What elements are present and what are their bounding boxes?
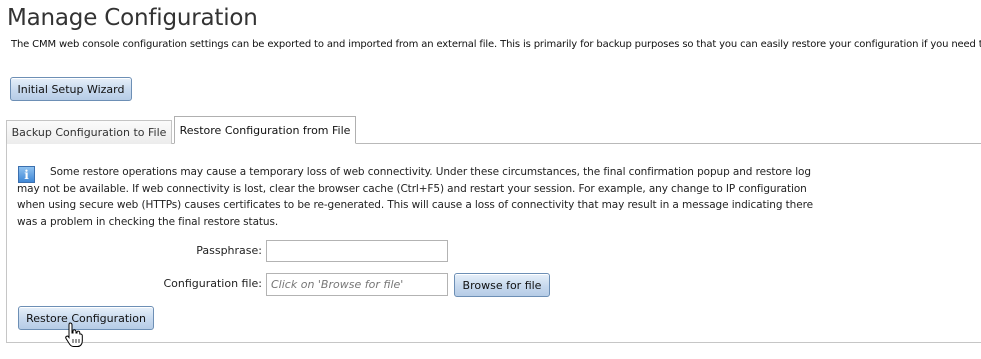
page-title: Manage Configuration: [7, 5, 258, 31]
configuration-file-input[interactable]: [266, 273, 448, 296]
restore-configuration-button[interactable]: Restore Configuration: [18, 306, 154, 330]
tab-restore-configuration[interactable]: Restore Configuration from File: [174, 116, 356, 144]
hand-pointer-cursor-icon: [65, 322, 83, 347]
passphrase-input[interactable]: [266, 240, 448, 262]
passphrase-label: Passphrase:: [196, 244, 262, 257]
tab-backup-configuration[interactable]: Backup Configuration to File: [6, 120, 172, 144]
page-description: The CMM web console configuration settin…: [11, 39, 981, 50]
browse-for-file-button[interactable]: Browse for file: [454, 273, 550, 297]
tab-panel-bottom-border: [6, 342, 981, 343]
manage-configuration-page: Manage Configuration The CMM web console…: [0, 0, 981, 359]
restore-info-message: Some restore operations may cause a temp…: [17, 166, 813, 228]
tab-panel-left-border: [6, 143, 7, 343]
configuration-file-label: Configuration file:: [163, 277, 262, 290]
initial-setup-wizard-button[interactable]: Initial Setup Wizard: [10, 77, 132, 101]
